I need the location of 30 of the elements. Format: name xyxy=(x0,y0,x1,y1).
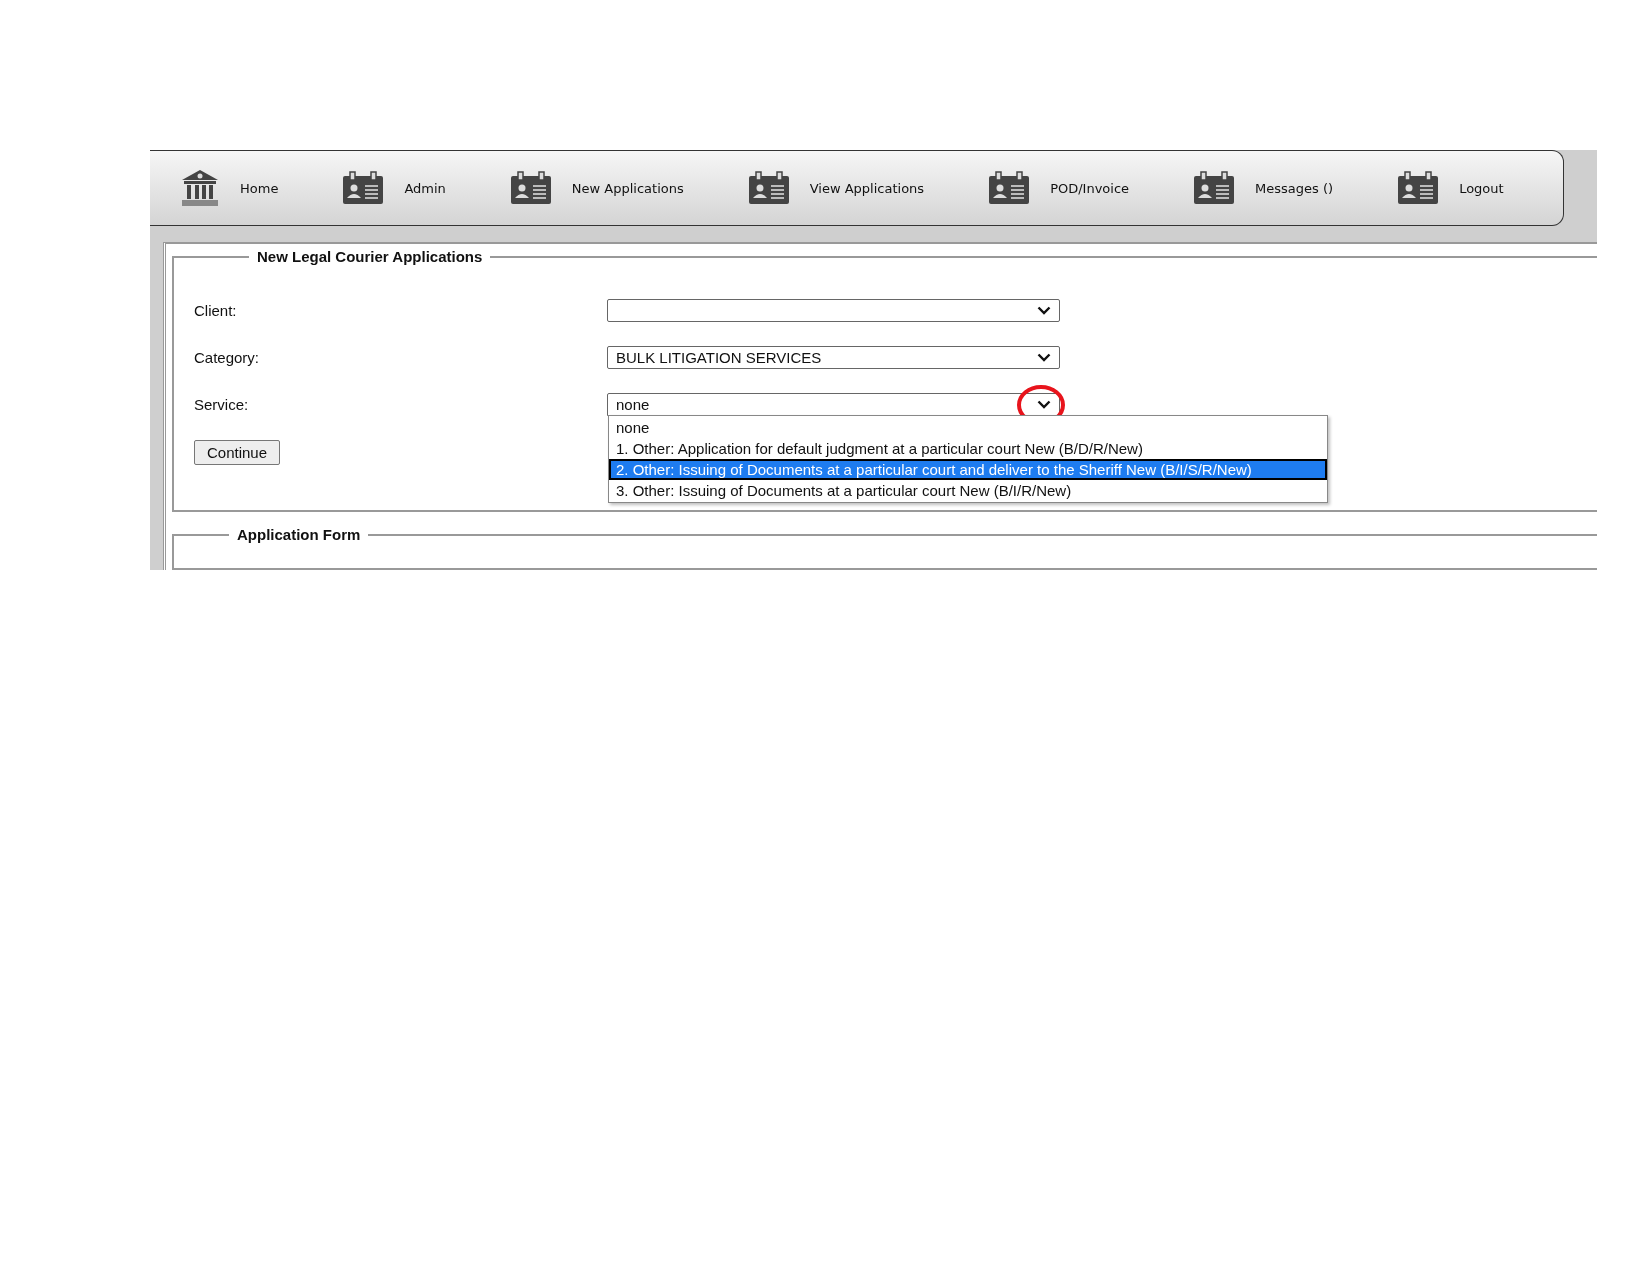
id-card-icon[interactable] xyxy=(342,171,385,205)
id-card-icon[interactable] xyxy=(1397,171,1440,205)
chevron-down-icon xyxy=(1037,400,1051,409)
dropdown-option[interactable]: 2. Other: Issuing of Documents at a particular court and deliver to the Sheriff New (B/I/S/R/New) xyxy=(609,459,1327,480)
nav-link[interactable]: Logout xyxy=(1459,180,1504,196)
id-card-icon[interactable] xyxy=(509,171,552,205)
field-label: Client: xyxy=(194,302,238,319)
field-label: Service: xyxy=(194,396,250,413)
section-legend: New Legal Courier Applications xyxy=(249,248,491,265)
nav-link[interactable]: New Applications xyxy=(571,180,684,196)
id-card-icon[interactable] xyxy=(988,171,1031,205)
section-legend: Application Form xyxy=(229,526,369,543)
select-field[interactable] xyxy=(607,299,1060,322)
nav-link[interactable]: Home xyxy=(240,180,279,196)
nav-link[interactable]: Admin xyxy=(404,180,446,196)
dropdown-option[interactable]: 1. Other: Application for default judgment at a particular court New (B/D/R/New) xyxy=(609,438,1327,459)
select-field[interactable]: none xyxy=(607,393,1060,416)
chevron-down-icon xyxy=(1037,353,1051,362)
select-field[interactable]: BULK LITIGATION SERVICES xyxy=(607,346,1060,369)
dropdown-option[interactable]: none xyxy=(609,417,1327,438)
bank-building-icon[interactable] xyxy=(180,169,220,207)
nav-link[interactable]: View Applications xyxy=(809,180,925,196)
field-label: Category: xyxy=(194,349,261,366)
nav-link[interactable]: POD/Invoice xyxy=(1050,180,1130,196)
id-card-icon[interactable] xyxy=(747,171,790,205)
id-card-icon[interactable] xyxy=(1193,171,1236,205)
dropdown-option[interactable]: 3. Other: Issuing of Documents at a particular court New (B/I/R/New) xyxy=(609,480,1327,501)
chevron-down-icon xyxy=(1037,306,1051,315)
continue-button[interactable]: Continue xyxy=(194,440,281,465)
nav-link[interactable]: Messages () xyxy=(1255,180,1334,196)
